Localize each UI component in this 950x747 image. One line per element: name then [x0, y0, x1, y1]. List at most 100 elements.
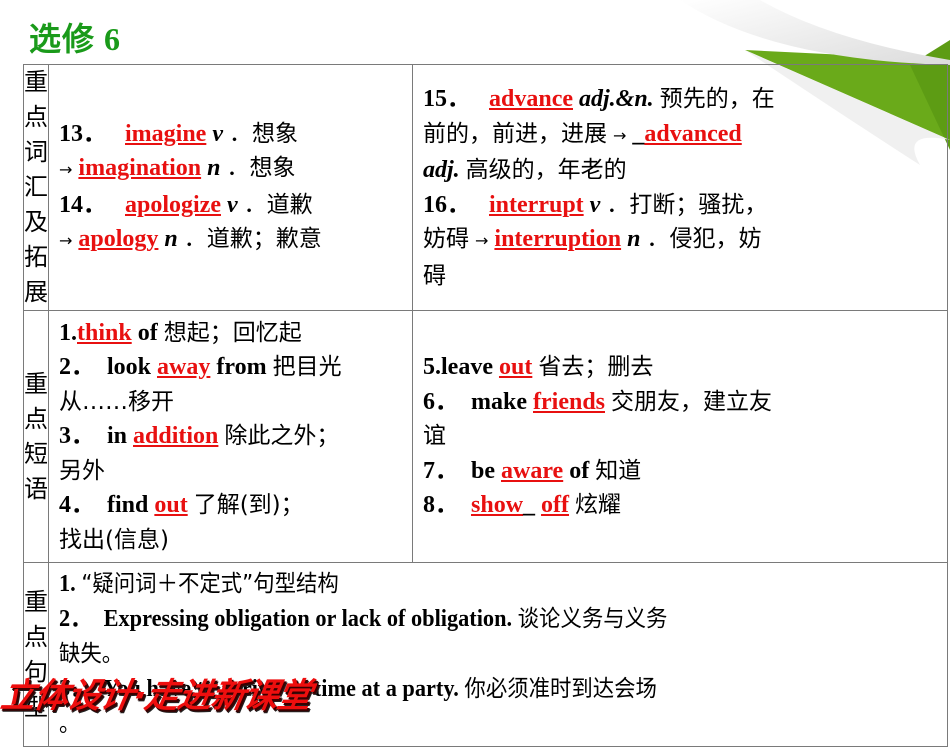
- definition: 另外: [59, 457, 105, 484]
- phrase-item-2: 2． look away from 把目光: [59, 350, 404, 385]
- part-of-speech: n: [164, 226, 178, 252]
- answer-word: out: [154, 492, 188, 519]
- sentence-item-2: 2． Expressing obligation or lack of obli…: [59, 602, 877, 637]
- answer-word: out: [498, 354, 533, 381]
- vocab-item-14: 14． apologize v ．道歉: [59, 188, 404, 223]
- definition: 妨碍: [423, 226, 469, 252]
- item-number: 4．: [59, 492, 95, 519]
- item-number: 16．: [423, 191, 471, 218]
- sentence-item-1: 1. “疑问词＋不定式”句型结构: [59, 567, 877, 602]
- definition: ．道歉；歉意: [183, 226, 322, 252]
- item-number: 6．: [423, 388, 459, 415]
- blank: _: [523, 492, 536, 519]
- answer-word: off: [541, 492, 570, 519]
- phrase-text: make: [471, 388, 527, 415]
- arrow-icon: →: [59, 231, 73, 250]
- item-number: 1.: [59, 571, 76, 597]
- phrase-text: look: [107, 354, 152, 381]
- phrase-item-5: 5.leave out 省去；删去: [423, 350, 939, 385]
- definition: ．打断；骚扰，: [606, 191, 768, 218]
- item-number: 7．: [423, 457, 459, 484]
- label-line: 重点: [24, 369, 48, 433]
- vocab-derivative: → apology n ．道歉；歉意: [59, 222, 404, 259]
- definition: 除此之外；: [224, 423, 340, 450]
- phrase-text: find: [107, 492, 149, 519]
- vocab-line: 妨碍 → interruption n ．侵犯，妨: [423, 222, 939, 259]
- part-of-speech: adj.&n.: [579, 86, 654, 112]
- definition: 谊: [423, 423, 446, 450]
- answer-word: apology: [78, 226, 159, 252]
- answer-word: aware: [501, 457, 564, 484]
- definition: 交朋友，建立友: [611, 388, 772, 415]
- item-number: 5.: [423, 354, 441, 381]
- arrow-icon: →: [59, 160, 73, 179]
- label-line: 及拓: [24, 208, 48, 271]
- phrase-text: leave: [441, 354, 493, 381]
- arrow-icon: →: [475, 231, 489, 250]
- vocab-derivative: → imagination n ．想象: [59, 151, 404, 188]
- answer-word: advanced: [644, 120, 742, 147]
- definition: 预先的，在: [659, 86, 775, 112]
- part-of-speech: v: [589, 191, 601, 218]
- vocab-item-13: 13． imagine v ．想象: [59, 117, 404, 152]
- phrases-row: 重点 短语 1.think of 想起；回忆起 2． look away fro…: [23, 310, 948, 563]
- sentences-label: 重点 句型: [23, 562, 49, 747]
- answer-word: interruption: [494, 226, 622, 252]
- phrase-item-3: 3． in addition 除此之外；: [59, 419, 404, 454]
- answer-word: friends: [533, 388, 605, 415]
- vocab-row: 重点 词汇 及拓 展 13． imagine v ．想象 → imaginati…: [23, 64, 948, 311]
- definition: 了解(到)；: [193, 492, 304, 519]
- vocab-label: 重点 词汇 及拓 展: [23, 64, 49, 311]
- item-number: 14．: [59, 191, 107, 218]
- phrases-label: 重点 短语: [23, 310, 49, 563]
- phrase-line: 从……移开: [59, 385, 404, 420]
- page-title: 选修 6: [29, 21, 122, 57]
- vocab-item-15: 15． advance adj.&n. 预先的，在: [423, 82, 939, 117]
- answer-word: show: [471, 492, 524, 519]
- phrase-item-8: 8． show_ off 炫耀: [423, 488, 939, 523]
- label-line: 展: [24, 278, 48, 306]
- item-number: 2．: [59, 606, 93, 632]
- vocab-right-cell: 15． advance adj.&n. 预先的，在 前的，前进，进展 → _ad…: [412, 64, 948, 311]
- definition: ．道歉: [243, 191, 313, 218]
- sentence-text: “疑问词＋不定式”句型结构: [81, 571, 339, 597]
- label-line: 重点: [24, 587, 48, 651]
- answer-word: apologize: [125, 191, 221, 218]
- sentence-english: Expressing obligation or lack of obligat…: [103, 606, 513, 632]
- definition: ．侵犯，妨: [646, 226, 762, 252]
- phrase-line: 谊: [423, 419, 939, 454]
- part-of-speech: n: [207, 155, 221, 181]
- definition: 碍: [423, 262, 446, 289]
- answer-word: interrupt: [489, 191, 584, 218]
- answer-word: advance: [489, 86, 573, 112]
- phrase-item-4: 4． find out 了解(到)；: [59, 488, 404, 523]
- label-line: 短语: [24, 439, 48, 503]
- phrase-text: in: [107, 423, 128, 450]
- phrases-left-cell: 1.think of 想起；回忆起 2． look away from 把目光 …: [48, 310, 413, 563]
- phrase-item-7: 7． be aware of 知道: [423, 454, 939, 489]
- item-number: 1.: [59, 319, 77, 346]
- phrase-item-1: 1.think of 想起；回忆起: [59, 316, 404, 351]
- arrow-icon: →: [613, 125, 627, 145]
- label-line: 重点: [24, 68, 48, 131]
- answer-word: think: [77, 319, 132, 346]
- definition: 想起；回忆起: [163, 319, 302, 346]
- sentence-chinese: 谈论义务与义务: [517, 606, 668, 632]
- answer-word: imagination: [78, 155, 202, 181]
- phrase-text: be: [471, 457, 495, 484]
- definition: ．想象: [228, 120, 298, 147]
- vocab-line: 前的，前进，进展 → _advanced: [423, 117, 939, 154]
- answer-word: addition: [133, 423, 219, 450]
- vocab-line: adj. 高级的，年老的: [423, 153, 939, 188]
- part-of-speech: v: [212, 120, 223, 147]
- answer-word: imagine: [125, 120, 207, 147]
- sentence-chinese: 你必须准时到达会场: [464, 676, 657, 702]
- part-of-speech: v: [227, 191, 238, 218]
- phrase-text: from: [216, 354, 267, 381]
- phrase-text: of: [137, 319, 158, 346]
- sentences-row: 重点 句型 1. “疑问词＋不定式”句型结构 2． Expressing obl…: [23, 562, 948, 747]
- definition: 前的，前进，进展: [423, 120, 607, 147]
- definition: 从……移开: [59, 388, 174, 415]
- vocab-item-16: 16． interrupt v ．打断；骚扰，: [423, 188, 939, 223]
- part-of-speech: adj.: [423, 157, 460, 183]
